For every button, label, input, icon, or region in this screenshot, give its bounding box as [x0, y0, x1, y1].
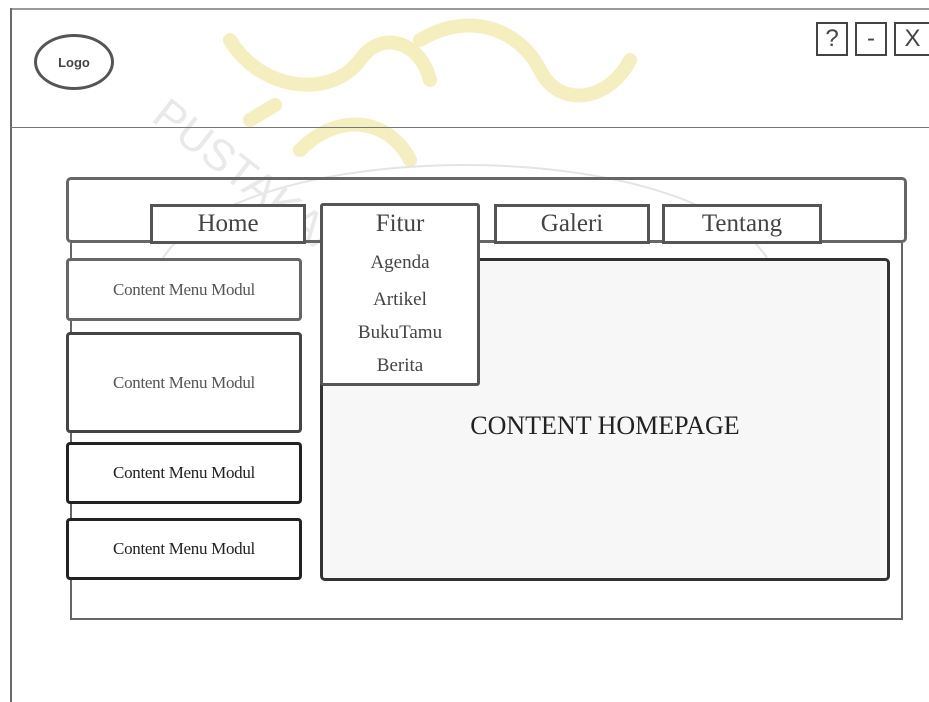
header-divider [10, 127, 929, 128]
logo[interactable]: Logo [34, 34, 114, 90]
dropdown-item-bukutamu[interactable]: BukuTamu [323, 322, 477, 344]
content-title: CONTENT HOMEPAGE [470, 411, 740, 440]
fitur-dropdown[interactable]: Fitur Agenda Artikel BukuTamu Berita [320, 203, 480, 386]
minimize-button[interactable]: - [855, 22, 887, 56]
content-menu-module-4[interactable]: Content Menu Modul [66, 518, 302, 580]
tab-fitur[interactable]: Fitur [323, 210, 477, 238]
tab-galeri[interactable]: Galeri [494, 204, 650, 244]
close-button[interactable]: X [894, 22, 929, 56]
dropdown-item-berita[interactable]: Berita [323, 355, 477, 377]
window-top-border [10, 8, 929, 10]
help-button[interactable]: ? [816, 22, 848, 56]
dropdown-item-artikel[interactable]: Artikel [323, 289, 477, 311]
content-menu-module-3[interactable]: Content Menu Modul [66, 442, 302, 504]
window-left-border [10, 8, 12, 702]
tab-tentang[interactable]: Tentang [662, 204, 822, 244]
tab-home[interactable]: Home [150, 204, 306, 244]
content-menu-module-1[interactable]: Content Menu Modul [66, 258, 302, 321]
dropdown-item-agenda[interactable]: Agenda [323, 252, 477, 274]
content-menu-module-2[interactable]: Content Menu Modul [66, 332, 302, 433]
